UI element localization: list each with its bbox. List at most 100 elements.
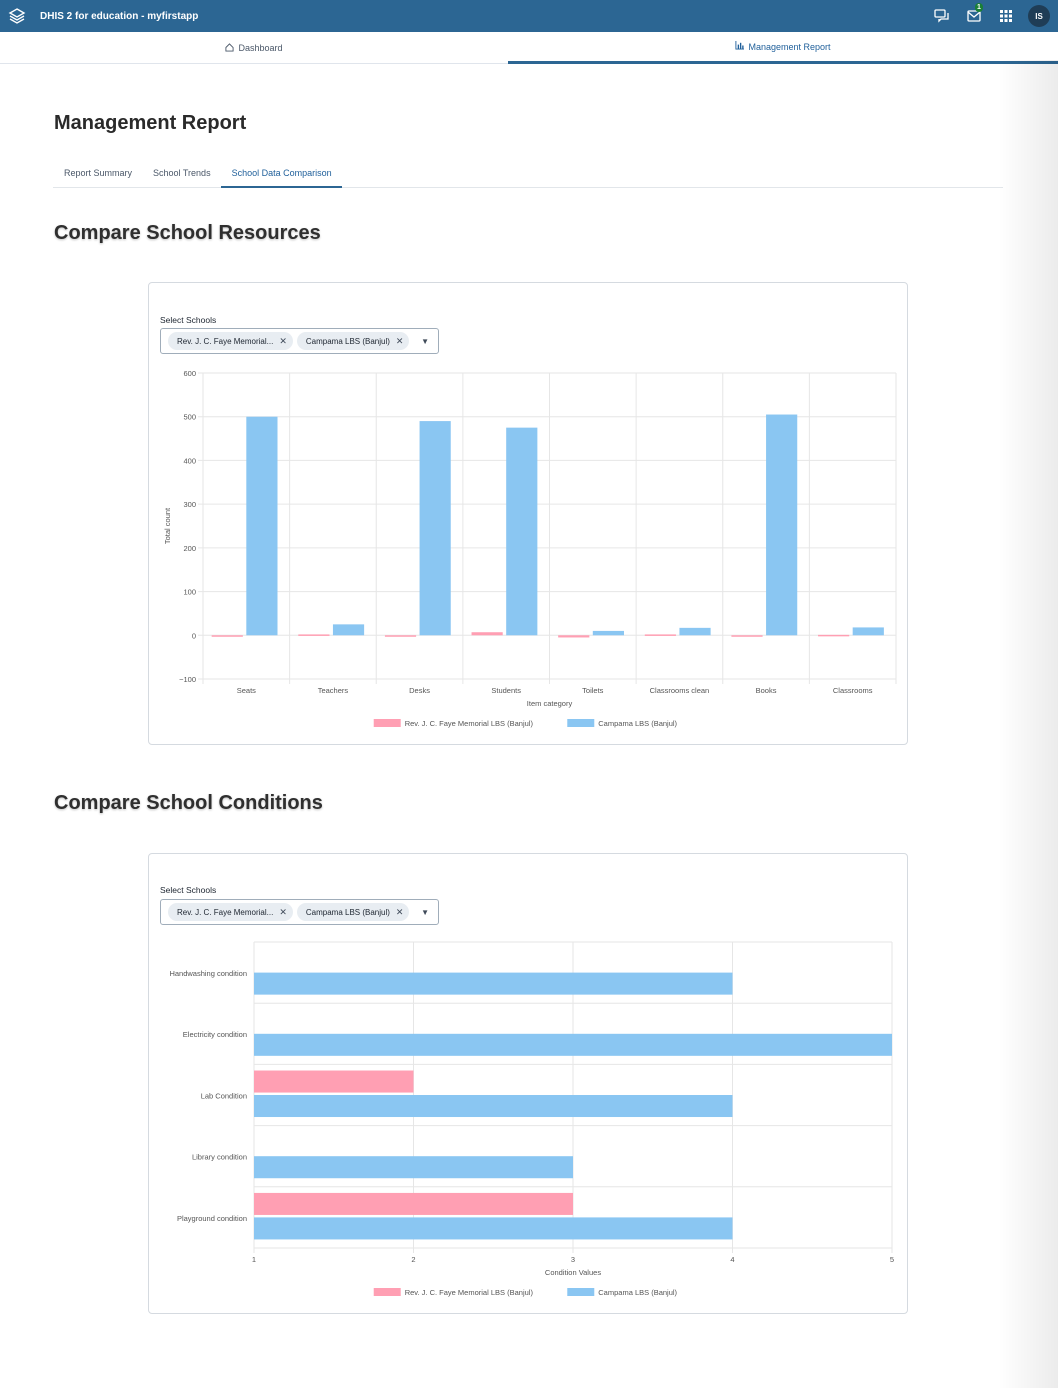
x-tick-label: 3 [571, 1255, 575, 1264]
chevron-down-icon[interactable]: ▼ [421, 908, 429, 917]
bar [558, 635, 590, 638]
y-tick-label: Handwashing condition [169, 969, 247, 978]
y-tick-label: 300 [183, 500, 196, 509]
apps-grid-icon[interactable] [990, 0, 1022, 32]
resources-card: Select Schools Rev. J. C. Faye Memorial.… [148, 282, 908, 745]
legend-swatch [373, 719, 401, 727]
bar [254, 1217, 733, 1240]
page-title: Management Report [54, 112, 247, 134]
bar [254, 1033, 892, 1056]
x-tick-label: 4 [730, 1255, 734, 1264]
x-tick-label: 2 [411, 1255, 415, 1264]
resources-section-title: Compare School Resources [54, 222, 321, 244]
x-axis-title: Item category [527, 699, 573, 708]
school-chip: Rev. J. C. Faye Memorial... ✕ [168, 903, 293, 921]
bar [471, 632, 503, 636]
legend-label: Rev. J. C. Faye Memorial LBS (Banjul) [405, 1288, 534, 1297]
y-tick-label: Electricity condition [183, 1030, 247, 1039]
bar [506, 427, 538, 636]
school-chip-label: Rev. J. C. Faye Memorial... [177, 907, 274, 917]
bar [254, 1192, 573, 1215]
school-chip-label: Campama LBS (Banjul) [305, 907, 390, 917]
remove-chip-icon[interactable]: ✕ [396, 907, 404, 918]
x-tick-label: Desks [409, 686, 430, 695]
bar [419, 421, 451, 636]
x-tick-label: Toilets [582, 686, 604, 695]
legend-swatch [567, 1288, 595, 1296]
report-tabs: Report Summary School Trends School Data… [53, 163, 1003, 188]
x-axis-title: Condition Values [545, 1268, 601, 1277]
tab-school-data-comparison[interactable]: School Data Comparison [220, 163, 342, 188]
tab-management-report[interactable]: Management Report [508, 32, 1058, 64]
chevron-down-icon[interactable]: ▼ [421, 337, 429, 346]
tab-management-report-label: Management Report [748, 41, 831, 52]
bar [852, 627, 884, 636]
y-tick-label: 200 [183, 544, 196, 553]
legend-label: Campama LBS (Banjul) [598, 719, 677, 728]
bar [766, 414, 798, 636]
conditions-card: Select Schools Rev. J. C. Faye Memorial.… [148, 853, 908, 1314]
remove-chip-icon[interactable]: ✕ [279, 336, 287, 347]
conditions-bar-chart: 1 2 3 4 5 Handwashing condition Electricity co… [169, 941, 894, 1297]
school-chip: Campama LBS (Banjul) ✕ [296, 903, 410, 921]
tab-school-trends[interactable]: School Trends [142, 163, 221, 188]
y-tick-label: 400 [183, 456, 196, 465]
school-chip: Campama LBS (Banjul) ✕ [296, 332, 410, 350]
top-header: DHIS 2 for education - myfirstapp 1 IS [0, 0, 1058, 32]
tab-report-summary[interactable]: Report Summary [53, 163, 142, 188]
interpretations-icon[interactable] [926, 0, 958, 32]
bar [818, 634, 850, 637]
x-tick-label: Classrooms [833, 686, 873, 695]
x-tick-label: Classrooms clean [650, 686, 710, 695]
x-tick-label: 5 [890, 1255, 894, 1264]
user-avatar[interactable]: IS [1028, 5, 1050, 27]
bar [731, 635, 763, 637]
x-tick-label: 1 [252, 1255, 256, 1264]
bar [254, 1070, 414, 1093]
school-chip: Rev. J. C. Faye Memorial... ✕ [168, 332, 293, 350]
bar [246, 416, 278, 636]
y-tick-label: 100 [183, 588, 196, 597]
remove-chip-icon[interactable]: ✕ [396, 336, 404, 347]
legend-swatch [373, 1288, 401, 1296]
bar [254, 972, 733, 995]
school-chip-label: Campama LBS (Banjul) [305, 336, 390, 346]
remove-chip-icon[interactable]: ✕ [279, 907, 287, 918]
x-tick-label: Seats [237, 686, 256, 695]
home-icon [225, 42, 235, 54]
conditions-select-label: Select Schools [160, 885, 217, 895]
tab-dashboard[interactable]: Dashboard [0, 32, 508, 64]
y-axis-title: Total count [163, 507, 172, 544]
y-tick-label: Lab Condition [201, 1091, 247, 1100]
bar [298, 634, 330, 636]
conditions-section-title: Compare School Conditions [54, 792, 323, 814]
bar [254, 1156, 573, 1179]
y-tick-label: Playground condition [177, 1214, 247, 1223]
app-navigation: Dashboard Management Report [0, 32, 1058, 64]
resources-school-select[interactable]: Rev. J. C. Faye Memorial... ✕ Campama LB… [160, 328, 439, 354]
resources-select-label: Select Schools [160, 315, 217, 325]
dhis2-logo-icon[interactable] [7, 6, 27, 26]
bar [644, 634, 676, 636]
bar [211, 635, 243, 637]
bar [332, 624, 365, 636]
messages-icon[interactable]: 1 [958, 0, 990, 32]
y-tick-label: 500 [183, 413, 196, 422]
school-chip-label: Rev. J. C. Faye Memorial... [177, 336, 274, 346]
bar [679, 627, 711, 636]
y-tick-label: Library condition [192, 1153, 247, 1162]
x-tick-label: Students [491, 686, 521, 695]
legend-label: Campama LBS (Banjul) [598, 1288, 677, 1297]
messages-badge: 1 [975, 3, 983, 12]
tab-dashboard-label: Dashboard [238, 43, 283, 53]
conditions-school-select[interactable]: Rev. J. C. Faye Memorial... ✕ Campama LB… [160, 899, 439, 925]
bar-chart-icon [735, 41, 745, 52]
bar [254, 1095, 733, 1118]
window-edge-shadow [998, 60, 1058, 1388]
app-title: DHIS 2 for education - myfirstapp [40, 10, 199, 22]
y-tick-label: 0 [192, 631, 196, 640]
bar [384, 635, 417, 637]
legend-label: Rev. J. C. Faye Memorial LBS (Banjul) [405, 719, 534, 728]
x-tick-label: Books [756, 686, 777, 695]
y-tick-label: −100 [179, 675, 196, 684]
